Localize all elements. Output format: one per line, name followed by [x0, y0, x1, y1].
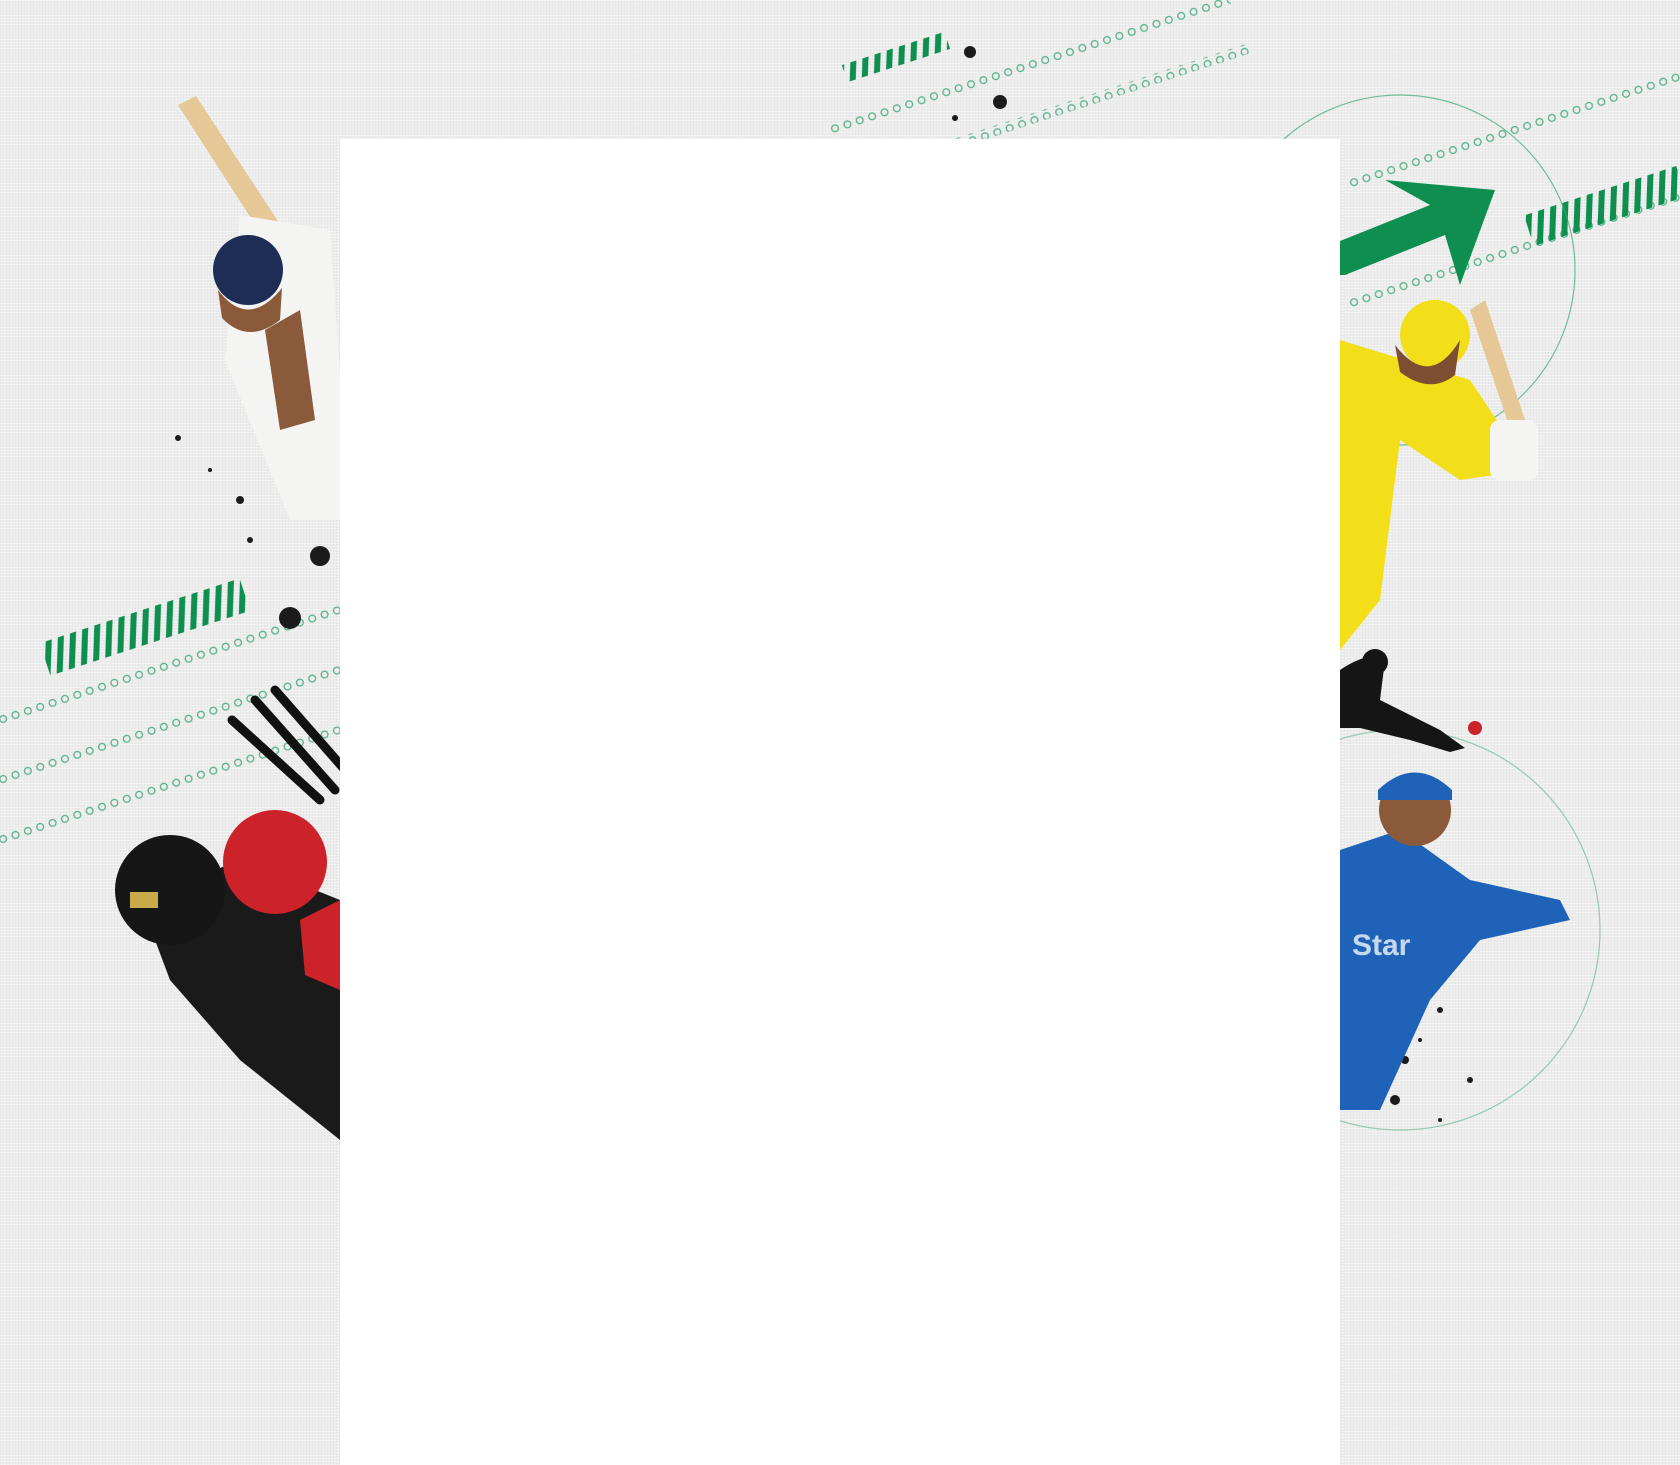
main-content-panel	[340, 139, 1340, 1465]
batsman-left-top	[178, 96, 350, 520]
fielder-right-blue: Star	[1340, 772, 1570, 1110]
fielder-silhouette-right	[1340, 649, 1465, 752]
keeper-left-bottom	[115, 810, 340, 1140]
svg-text:Star: Star	[1352, 929, 1411, 962]
